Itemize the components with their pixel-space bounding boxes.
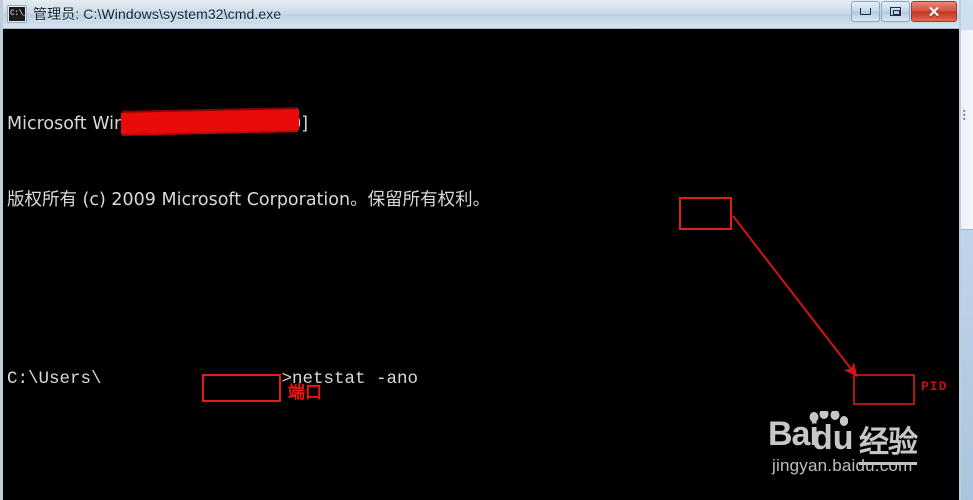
console-banner-line-2: 版权所有 (c) 2009 Microsoft Corporation。保留所有…: [7, 190, 491, 210]
typed-command: netstat -ano: [292, 368, 419, 389]
console-blank-line-1: [7, 265, 959, 291]
maximize-button[interactable]: [881, 1, 910, 22]
titlebar[interactable]: 管理员: C:\Windows\system32\cmd.exe ✕: [3, 0, 959, 29]
maximize-icon: [882, 2, 909, 21]
console-banner-line-1: Microsoft Windows [版本 6.1.7600]: [7, 113, 309, 134]
console-prompt-line: C:\Users\ >netstat -ano: [7, 367, 959, 393]
background-window-dots: ▪ ▪ ▪: [963, 108, 966, 123]
prompt-path: C:\Users\: [7, 368, 102, 389]
prompt-caret: >: [281, 368, 293, 389]
close-button[interactable]: ✕: [911, 1, 957, 22]
cmd-window: 管理员: C:\Windows\system32\cmd.exe ✕ Micro…: [0, 0, 961, 500]
window-controls: ✕: [850, 1, 957, 22]
cmd-console-icon: [8, 6, 27, 22]
minimize-icon: [852, 2, 879, 21]
minimize-button[interactable]: [851, 1, 880, 22]
close-icon: ✕: [927, 3, 941, 21]
window-title: 管理员: C:\Windows\system32\cmd.exe: [33, 6, 282, 22]
console-output[interactable]: Microsoft Windows [版本 6.1.7600] 版权所有 (c)…: [3, 29, 959, 500]
console-blank-line-2: [7, 469, 959, 495]
